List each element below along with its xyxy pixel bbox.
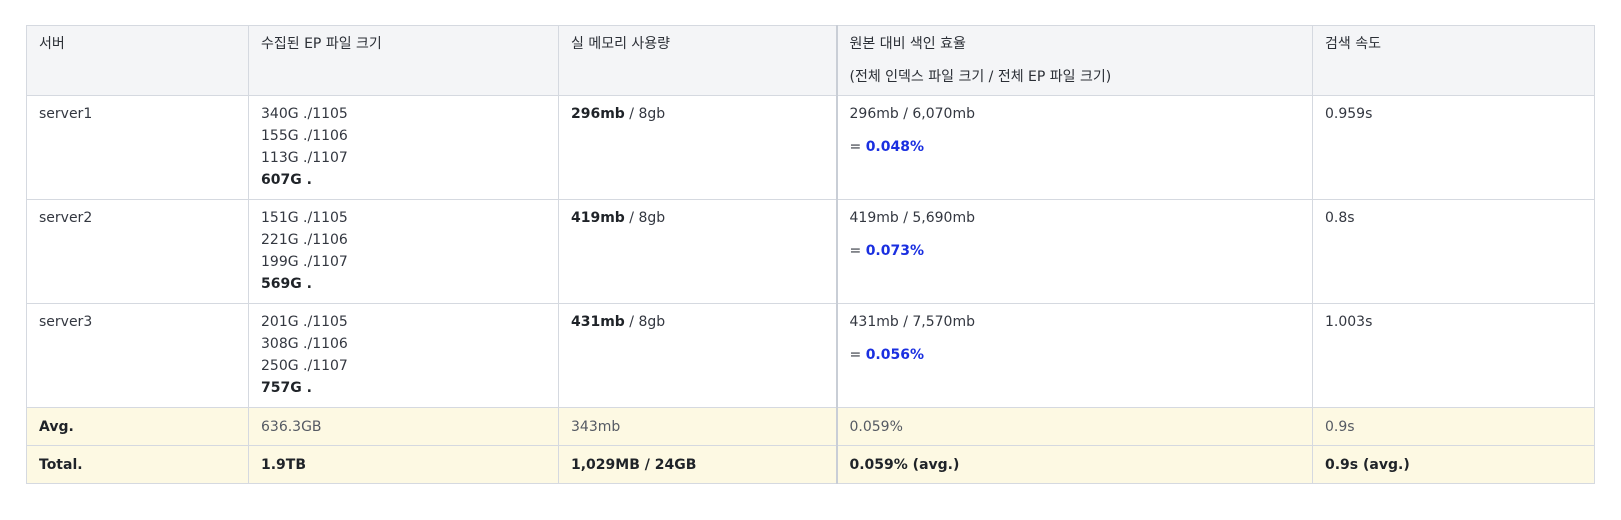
total-label: Total.	[26, 445, 249, 484]
server-name: server3	[26, 303, 249, 408]
index-efficiency: 431mb / 7,570mb = 0.056%	[835, 303, 1313, 408]
header-row: 서버 수집된 EP 파일 크기 실 메모리 사용량 원본 대비 색인 효율 (전…	[26, 25, 1595, 96]
header-efficiency: 원본 대비 색인 효율 (전체 인덱스 파일 크기 / 전체 EP 파일 크기)	[835, 25, 1313, 96]
equals-sign: =	[849, 347, 866, 363]
ep-file-line: 221G ./1106	[261, 232, 348, 248]
ep-file-line: 340G ./1105	[261, 106, 348, 122]
ep-file-line: 250G ./1107	[261, 358, 348, 374]
memory-total: / 8gb	[624, 314, 666, 330]
search-speed: 0.8s	[1312, 199, 1595, 304]
table-row: server1 340G ./1105 155G ./1106 113G ./1…	[26, 95, 1595, 200]
ep-file-line: 201G ./1105	[261, 314, 348, 330]
header-server: 서버	[26, 25, 249, 96]
ep-file-total: 607G .	[261, 172, 312, 188]
server-index-table: 서버 수집된 EP 파일 크기 실 메모리 사용량 원본 대비 색인 효율 (전…	[26, 25, 1595, 484]
average-efficiency: 0.059%	[835, 407, 1313, 446]
server-name: server2	[26, 199, 249, 304]
table-row: server2 151G ./1105 221G ./1106 199G ./1…	[26, 199, 1595, 304]
total-speed: 0.9s (avg.)	[1312, 445, 1595, 484]
ep-file-line: 155G ./1106	[261, 128, 348, 144]
memory-used: 419mb	[571, 210, 625, 226]
total-memory: 1,029MB / 24GB	[558, 445, 837, 484]
average-ep-size: 636.3GB	[248, 407, 559, 446]
efficiency-percent: 0.048%	[865, 139, 924, 155]
header-efficiency-subtitle: (전체 인덱스 파일 크기 / 전체 EP 파일 크기)	[849, 69, 1112, 85]
efficiency-percent: 0.073%	[865, 243, 924, 259]
header-speed: 검색 속도	[1312, 25, 1595, 96]
efficiency-ratio: 419mb / 5,690mb	[849, 210, 975, 226]
average-memory: 343mb	[558, 407, 837, 446]
ep-file-line: 199G ./1107	[261, 254, 348, 270]
search-speed: 0.959s	[1312, 95, 1595, 200]
efficiency-result: = 0.048%	[850, 136, 1301, 158]
equals-sign: =	[849, 139, 866, 155]
memory-usage: 419mb / 8gb	[558, 199, 837, 304]
average-speed: 0.9s	[1312, 407, 1595, 446]
ep-file-line: 308G ./1106	[261, 336, 348, 352]
memory-total: / 8gb	[624, 210, 666, 226]
ep-file-sizes: 201G ./1105 308G ./1106 250G ./1107 757G…	[248, 303, 559, 408]
search-speed: 1.003s	[1312, 303, 1595, 408]
server-name: server1	[26, 95, 249, 200]
efficiency-ratio: 296mb / 6,070mb	[849, 106, 975, 122]
efficiency-result: = 0.056%	[850, 344, 1301, 366]
index-efficiency: 419mb / 5,690mb = 0.073%	[835, 199, 1313, 304]
memory-usage: 431mb / 8gb	[558, 303, 837, 408]
ep-file-sizes: 340G ./1105 155G ./1106 113G ./1107 607G…	[248, 95, 559, 200]
memory-used: 431mb	[571, 314, 625, 330]
efficiency-result: = 0.073%	[850, 240, 1301, 262]
header-efficiency-title: 원본 대비 색인 효율	[849, 36, 966, 52]
average-label: Avg.	[26, 407, 249, 446]
total-efficiency: 0.059% (avg.)	[835, 445, 1313, 484]
index-efficiency: 296mb / 6,070mb = 0.048%	[835, 95, 1313, 200]
memory-used: 296mb	[571, 106, 625, 122]
ep-file-total: 757G .	[261, 380, 312, 396]
equals-sign: =	[849, 243, 866, 259]
efficiency-ratio: 431mb / 7,570mb	[849, 314, 975, 330]
table-row: server3 201G ./1105 308G ./1106 250G ./1…	[26, 303, 1595, 408]
total-row: Total. 1.9TB 1,029MB / 24GB 0.059% (avg.…	[26, 445, 1595, 484]
average-row: Avg. 636.3GB 343mb 0.059% 0.9s	[26, 407, 1595, 446]
total-ep-size: 1.9TB	[248, 445, 559, 484]
ep-file-line: 151G ./1105	[261, 210, 348, 226]
header-memory: 실 메모리 사용량	[558, 25, 837, 96]
memory-usage: 296mb / 8gb	[558, 95, 837, 200]
memory-total: / 8gb	[624, 106, 666, 122]
efficiency-percent: 0.056%	[865, 347, 924, 363]
ep-file-sizes: 151G ./1105 221G ./1106 199G ./1107 569G…	[248, 199, 559, 304]
header-ep-size: 수집된 EP 파일 크기	[248, 25, 559, 96]
ep-file-total: 569G .	[261, 276, 312, 292]
ep-file-line: 113G ./1107	[261, 150, 348, 166]
table-container: 서버 수집된 EP 파일 크기 실 메모리 사용량 원본 대비 색인 효율 (전…	[26, 25, 1595, 484]
